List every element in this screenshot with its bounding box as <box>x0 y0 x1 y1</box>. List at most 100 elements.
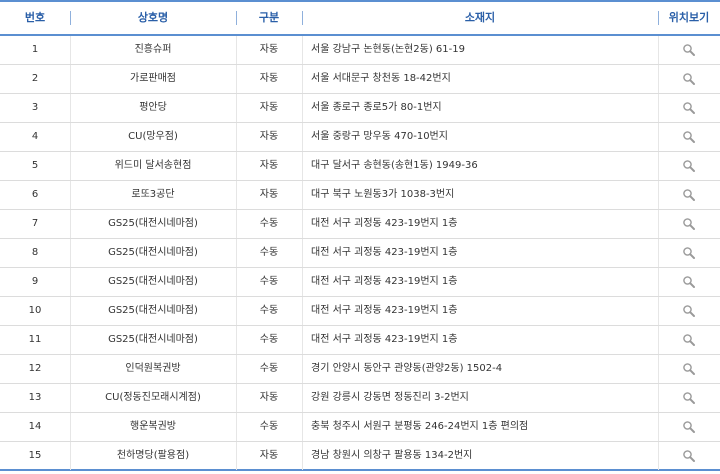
row-number: 15 <box>28 450 42 461</box>
map-cell <box>658 36 720 64</box>
store-name: 천하명당(팔용점) <box>116 450 190 461</box>
store-address: 대전 서구 괴정동 423-19번지 1층 <box>311 247 458 258</box>
purchase-type: 자동 <box>259 160 279 171</box>
table-row: 15 천하명당(팔용점) 자동 경남 창원시 의창구 팔용동 134-2번지 <box>0 442 720 471</box>
store-address: 대전 서구 괴정동 423-19번지 1층 <box>311 218 458 229</box>
map-cell <box>658 123 720 151</box>
search-icon[interactable] <box>682 275 696 289</box>
purchase-type: 자동 <box>259 102 279 113</box>
table-row: 7 GS25(대전시네마점) 수동 대전 서구 괴정동 423-19번지 1층 <box>0 210 720 239</box>
row-number: 8 <box>31 247 39 258</box>
table-row: 1 진흥슈퍼 자동 서울 강남구 논현동(논현2동) 61-19 <box>0 36 720 65</box>
purchase-type: 자동 <box>259 131 279 142</box>
map-cell <box>658 355 720 383</box>
search-icon[interactable] <box>682 333 696 347</box>
table-row: 14 행운복권방 수동 충북 청주시 서원구 분평동 246-24번지 1층 편… <box>0 413 720 442</box>
search-icon[interactable] <box>682 246 696 260</box>
search-icon[interactable] <box>682 449 696 463</box>
row-number: 10 <box>28 305 42 316</box>
store-name: 위드미 달서송현점 <box>114 160 192 171</box>
header-type: 구분 <box>258 11 280 24</box>
map-cell <box>658 65 720 93</box>
purchase-type: 수동 <box>259 247 279 258</box>
map-cell <box>658 297 720 325</box>
table-row: 10 GS25(대전시네마점) 수동 대전 서구 괴정동 423-19번지 1층 <box>0 297 720 326</box>
row-number: 4 <box>31 131 39 142</box>
table-row: 13 CU(정동진모래시계점) 자동 강원 강릉시 강동면 정동진리 3-2번지 <box>0 384 720 413</box>
header-name: 상호명 <box>137 11 169 24</box>
store-address: 서울 강남구 논현동(논현2동) 61-19 <box>311 44 465 55</box>
purchase-type: 수동 <box>259 305 279 316</box>
search-icon[interactable] <box>682 217 696 231</box>
map-cell <box>658 210 720 238</box>
search-icon[interactable] <box>682 72 696 86</box>
store-name: GS25(대전시네마점) <box>108 247 198 258</box>
row-number: 11 <box>28 334 42 345</box>
search-icon[interactable] <box>682 43 696 57</box>
store-address: 충북 청주시 서원구 분평동 246-24번지 1층 편의점 <box>311 421 529 432</box>
row-number: 3 <box>31 102 39 113</box>
table-body: 1 진흥슈퍼 자동 서울 강남구 논현동(논현2동) 61-19 2 가로판매점… <box>0 36 720 471</box>
purchase-type: 자동 <box>259 44 279 55</box>
map-cell <box>658 326 720 354</box>
purchase-type: 수동 <box>259 334 279 345</box>
purchase-type: 자동 <box>259 392 279 403</box>
table-row: 2 가로판매점 자동 서울 서대문구 창천동 18-42번지 <box>0 65 720 94</box>
table-header: 번호 상호명 구분 소재지 위치보기 <box>0 0 720 36</box>
store-name: GS25(대전시네마점) <box>108 334 198 345</box>
search-icon[interactable] <box>682 362 696 376</box>
purchase-type: 수동 <box>259 218 279 229</box>
store-address: 대구 북구 노원동3가 1038-3번지 <box>311 189 455 200</box>
map-cell <box>658 413 720 441</box>
store-name: 진흥슈퍼 <box>134 44 172 55</box>
purchase-type: 자동 <box>259 73 279 84</box>
search-icon[interactable] <box>682 130 696 144</box>
store-name: 가로판매점 <box>130 73 176 84</box>
store-name: 평안당 <box>139 102 167 113</box>
map-cell <box>658 181 720 209</box>
map-cell <box>658 384 720 412</box>
store-address: 서울 종로구 종로5가 80-1번지 <box>311 102 442 113</box>
row-number: 13 <box>28 392 42 403</box>
purchase-type: 수동 <box>259 276 279 287</box>
table-row: 6 로또3공단 자동 대구 북구 노원동3가 1038-3번지 <box>0 181 720 210</box>
store-name: 행운복권방 <box>130 421 176 432</box>
purchase-type: 자동 <box>259 450 279 461</box>
row-number: 12 <box>28 363 42 374</box>
search-icon[interactable] <box>682 188 696 202</box>
purchase-type: 수동 <box>259 421 279 432</box>
row-number: 5 <box>31 160 39 171</box>
map-cell <box>658 94 720 122</box>
store-address: 대전 서구 괴정동 423-19번지 1층 <box>311 305 458 316</box>
store-name: GS25(대전시네마점) <box>108 276 198 287</box>
table-row: 9 GS25(대전시네마점) 수동 대전 서구 괴정동 423-19번지 1층 <box>0 268 720 297</box>
store-address: 대구 달서구 송현동(송현1동) 1949-36 <box>311 160 478 171</box>
search-icon[interactable] <box>682 159 696 173</box>
store-name: CU(정동진모래시계점) <box>105 392 201 403</box>
purchase-type: 자동 <box>259 189 279 200</box>
search-icon[interactable] <box>682 420 696 434</box>
store-address: 대전 서구 괴정동 423-19번지 1층 <box>311 276 458 287</box>
table-row: 4 CU(망우점) 자동 서울 중랑구 망우동 470-10번지 <box>0 123 720 152</box>
search-icon[interactable] <box>682 304 696 318</box>
row-number: 2 <box>31 73 39 84</box>
search-icon[interactable] <box>682 101 696 115</box>
table-row: 12 인덕원복권방 수동 경기 안양시 동안구 관양동(관양2동) 1502-4 <box>0 355 720 384</box>
header-no: 번호 <box>24 11 46 24</box>
store-address: 경기 안양시 동안구 관양동(관양2동) 1502-4 <box>311 363 503 374</box>
search-icon[interactable] <box>682 391 696 405</box>
header-map: 위치보기 <box>668 11 710 24</box>
row-number: 1 <box>31 44 39 55</box>
store-address: 강원 강릉시 강동면 정동진리 3-2번지 <box>311 392 469 403</box>
map-cell <box>658 152 720 180</box>
store-address: 서울 중랑구 망우동 470-10번지 <box>311 131 448 142</box>
store-name: 인덕원복권방 <box>125 363 181 374</box>
store-address: 서울 서대문구 창천동 18-42번지 <box>311 73 451 84</box>
map-cell <box>658 239 720 267</box>
row-number: 9 <box>31 276 39 287</box>
table-row: 11 GS25(대전시네마점) 수동 대전 서구 괴정동 423-19번지 1층 <box>0 326 720 355</box>
map-cell <box>658 268 720 296</box>
store-table: 번호 상호명 구분 소재지 위치보기 1 진흥슈퍼 자동 서울 강남구 논현동(… <box>0 0 720 474</box>
header-address: 소재지 <box>464 11 496 24</box>
map-cell <box>658 442 720 470</box>
